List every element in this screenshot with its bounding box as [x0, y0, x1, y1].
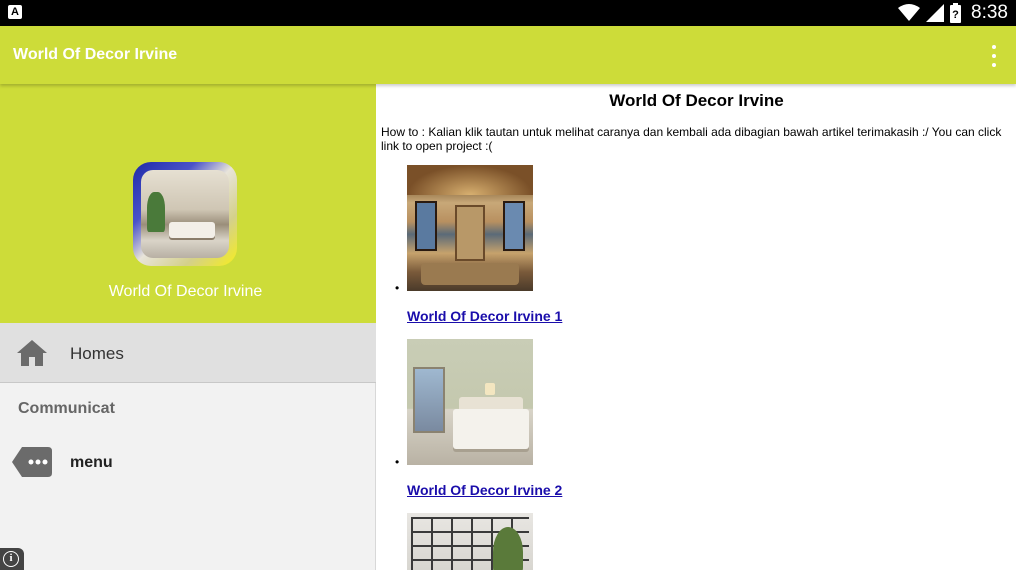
drawer-item-menu[interactable]: menu [0, 440, 376, 484]
drawer-item-label: menu [70, 454, 113, 471]
notification-a-icon: A [8, 5, 22, 19]
thumbnail-image[interactable] [407, 513, 533, 570]
list-item: • World Of Decor Irvine 1 [377, 165, 1016, 325]
drawer-item-label: Homes [70, 344, 124, 363]
more-vert-icon[interactable] [986, 45, 1002, 67]
web-content: World Of Decor Irvine How to : Kalian kl… [377, 84, 1016, 570]
howto-text: How to : Kalian klik tautan untuk meliha… [381, 125, 1002, 153]
item-link[interactable]: World Of Decor Irvine 2 [407, 482, 562, 498]
home-icon [17, 340, 47, 366]
status-time: 8:38 [971, 2, 1008, 23]
wifi-icon [898, 4, 921, 21]
signal-icon [926, 4, 945, 22]
thumbnail-image[interactable] [407, 339, 533, 465]
drawer-section-header: Communicat [18, 400, 115, 417]
page-title: World Of Decor Irvine [609, 91, 784, 110]
battery-icon: ? [950, 3, 962, 23]
item-link[interactable]: World Of Decor Irvine 1 [407, 308, 562, 324]
more-tag-icon [12, 447, 52, 477]
app-bar: World Of Decor Irvine [0, 26, 1016, 84]
navigation-drawer: World Of Decor Irvine Homes Communicat m… [0, 84, 376, 570]
list-item [377, 513, 1016, 570]
drawer-item-homes[interactable]: Homes [0, 323, 376, 383]
status-bar: A ? 8:38 [0, 0, 1016, 26]
list-item: • World Of Decor Irvine 2 [377, 339, 1016, 499]
drawer-header-title: World Of Decor Irvine [108, 283, 263, 300]
list-bullet: • [395, 455, 400, 469]
info-icon[interactable]: i [0, 548, 24, 570]
app-title: World Of Decor Irvine [13, 46, 178, 63]
thumbnail-image[interactable] [407, 165, 533, 291]
drawer-header: World Of Decor Irvine [0, 84, 376, 323]
svg-text:?: ? [952, 9, 959, 21]
app-logo [133, 162, 237, 266]
status-icons: ? 8:38 [898, 0, 1008, 26]
list-bullet: • [395, 281, 400, 295]
